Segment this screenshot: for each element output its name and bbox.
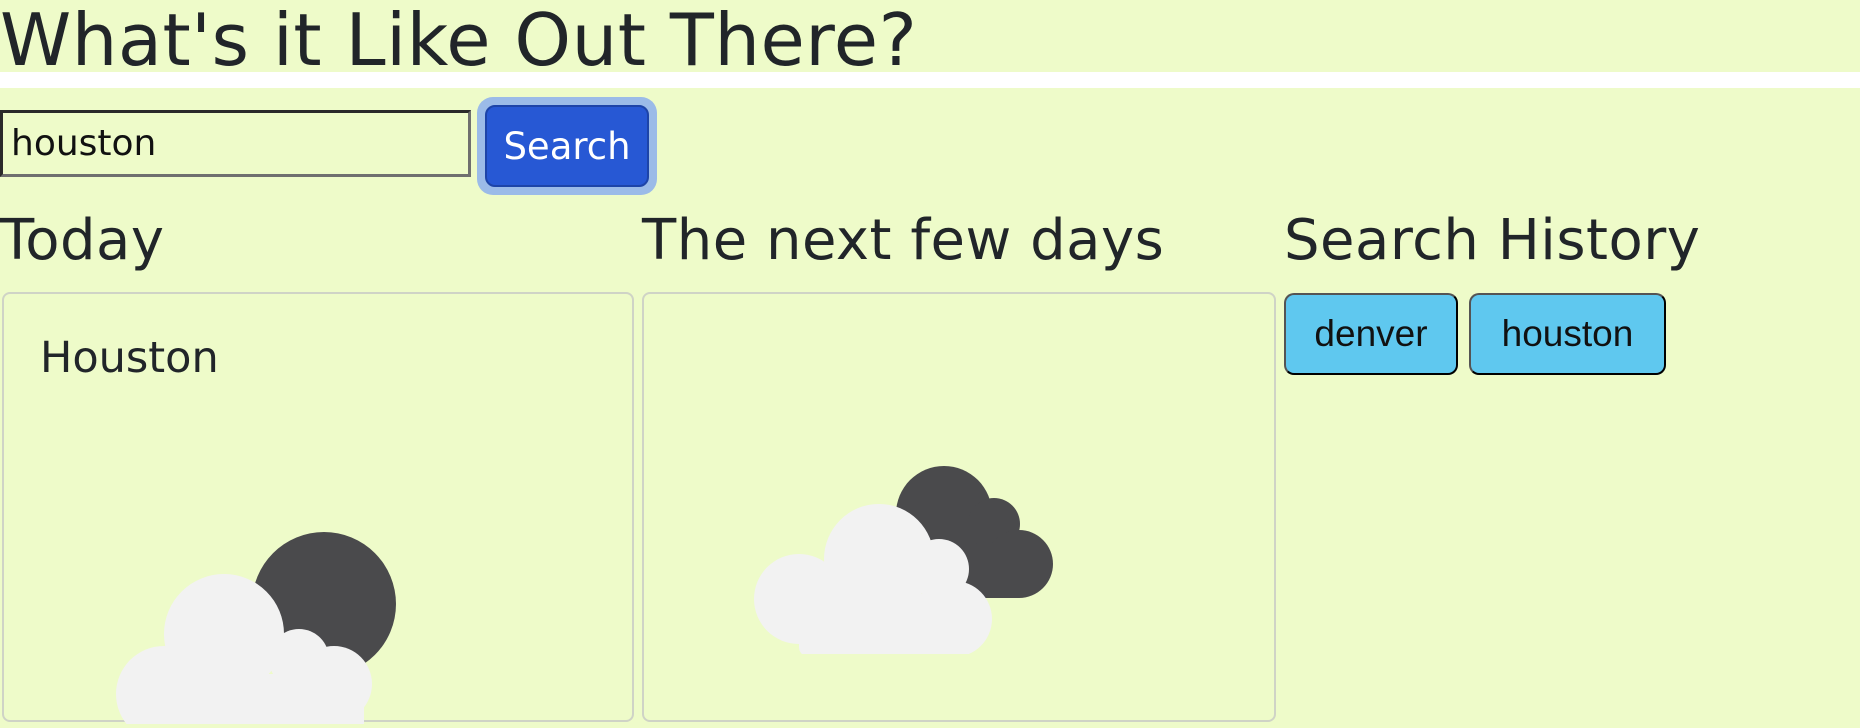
city-name: Houston bbox=[40, 333, 219, 383]
search-button[interactable]: Search bbox=[477, 97, 657, 195]
forecast-card bbox=[642, 292, 1276, 722]
today-heading: Today bbox=[0, 208, 165, 273]
page-title: What's it Like Out There? bbox=[0, 0, 918, 82]
cloudy-icon bbox=[749, 454, 1069, 658]
night-partly-cloudy-icon bbox=[114, 524, 414, 728]
search-button-label: Search bbox=[485, 105, 649, 187]
history-item-houston[interactable]: houston bbox=[1469, 293, 1666, 375]
search-history-heading: Search History bbox=[1284, 208, 1701, 273]
today-card: Houston bbox=[2, 292, 634, 728]
forecast-heading: The next few days bbox=[642, 208, 1165, 273]
history-item-denver[interactable]: denver bbox=[1284, 293, 1458, 375]
page-header: What's it Like Out There? bbox=[0, 0, 1860, 88]
search-input[interactable] bbox=[0, 110, 471, 177]
